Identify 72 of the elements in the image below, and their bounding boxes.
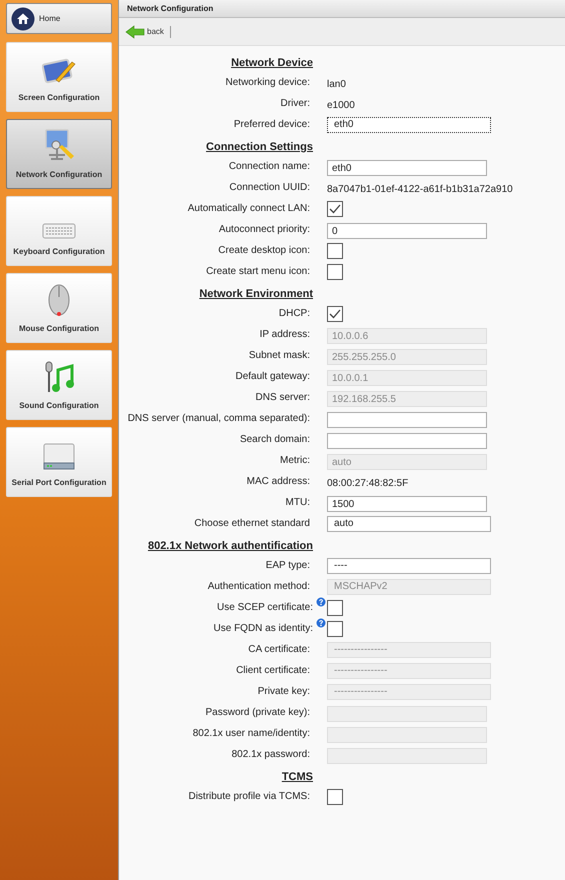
window-title: Network Configuration (127, 2, 214, 14)
section-heading: Connection Settings (206, 140, 313, 152)
sidebar-item[interactable]: Mouse Configuration (6, 273, 112, 343)
field-label: 802.1x password: (232, 748, 310, 762)
checkmark-icon (329, 308, 341, 318)
field-value: 08:00:27:48:82:5F (327, 478, 408, 488)
field-label: Subnet mask: (248, 349, 310, 363)
checkbox[interactable] (327, 788, 343, 804)
keyboard-icon (42, 222, 76, 240)
checkbox[interactable] (327, 600, 343, 616)
field-label: Create start menu icon: (206, 265, 310, 279)
field-label: Distribute profile via TCMS: (188, 790, 310, 804)
dropdown-field[interactable]: eth0 (327, 116, 491, 132)
field-label: 802.1x user name/identity: (192, 727, 310, 741)
field-label: Private key: (258, 685, 310, 699)
home-icon (11, 6, 35, 30)
field-label: CA certificate: (248, 643, 310, 657)
field-label: Password (private key): (206, 706, 310, 720)
field-label: Authentication method: (208, 580, 310, 594)
field-value: e1000 (327, 100, 355, 110)
checkmark-icon (329, 204, 341, 214)
field-label: Networking device: (226, 76, 310, 90)
field-label: Automatically connect LAN: (188, 202, 310, 216)
back-button[interactable]: back (125, 24, 164, 38)
field-label: Use SCEP certificate: (217, 601, 313, 615)
checkbox[interactable] (327, 264, 343, 280)
field-label: DHCP: (278, 307, 310, 321)
input-field[interactable]: eth0 (327, 160, 487, 176)
field-label: MTU: (286, 496, 310, 510)
field-label: Driver: (280, 97, 310, 111)
sidebar-item[interactable]: Sound Configuration (6, 350, 112, 420)
input-field[interactable]: 0 (327, 223, 487, 239)
section-heading: Network Environment (199, 288, 313, 300)
field-label: DNS server: (256, 391, 310, 405)
device-box-icon (42, 443, 76, 471)
input-field[interactable]: 1500 (327, 496, 487, 512)
field-label: Connection name: (228, 160, 310, 174)
field-label: Preferred device: (234, 118, 310, 132)
field-label: DNS server (manual, comma separated): (128, 412, 310, 426)
field-label: Connection UUID: (229, 181, 310, 195)
field-label: Create desktop icon: (218, 244, 310, 258)
home-button[interactable]: Home (6, 3, 112, 34)
network-monitor-icon (43, 129, 75, 163)
checkbox[interactable] (327, 200, 343, 216)
input-field[interactable] (327, 433, 487, 449)
field-label: Client certificate: (236, 664, 310, 678)
dropdown-field[interactable]: ---- (327, 558, 491, 574)
left-arrow-icon (125, 24, 145, 38)
checkbox[interactable] (327, 306, 343, 322)
section-heading: Network Device (231, 56, 313, 68)
sidebar-item[interactable]: Screen Configuration (6, 42, 112, 112)
section-heading: TCMS (282, 770, 313, 782)
field-label: Choose ethernet standard (194, 517, 310, 531)
field-label: EAP type: (266, 559, 310, 573)
field-label: Default gateway: (236, 370, 310, 384)
sidebar-item[interactable]: Keyboard Configuration (6, 196, 112, 266)
field-label: Metric: (280, 454, 310, 468)
field-label: MAC address: (246, 475, 310, 489)
field-label: Search domain: (240, 433, 310, 447)
checkbox[interactable] (327, 620, 343, 636)
sidebar-item[interactable]: Network Configuration (6, 119, 112, 189)
section-heading: 802.1x Network authentification (148, 540, 313, 552)
sidebar-item[interactable]: Serial Port Configuration (6, 427, 112, 497)
checkbox[interactable] (327, 242, 343, 258)
field-label: Use FQDN as identity: (214, 622, 313, 636)
field-label: Autoconnect priority: (218, 223, 310, 237)
input-field[interactable] (327, 412, 487, 428)
field-label: IP address: (260, 328, 310, 342)
mouse-icon (47, 283, 71, 317)
dropdown-field[interactable]: auto (327, 516, 491, 532)
field-value: 8a7047b1-01ef-4122-a61f-b1b31a72a910 (327, 184, 513, 194)
field-value: lan0 (327, 78, 346, 90)
